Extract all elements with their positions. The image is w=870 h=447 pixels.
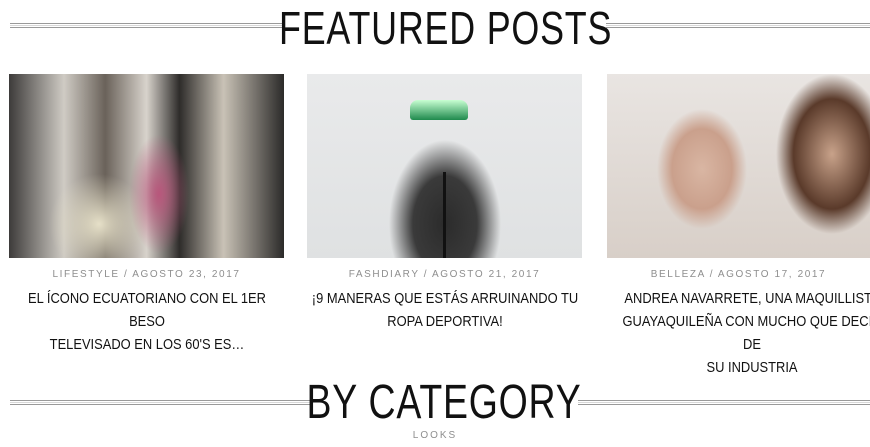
post-thumbnail-image[interactable] [307,74,582,258]
post-meta: BELLEZA / AGOSTO 17, 2017 [650,269,827,280]
post-title-link[interactable]: ANDREA NAVARRETE, UNA MAQUILLISTA GUAYAQ… [619,287,870,379]
heading-rule-right [578,400,870,405]
post-title-line: ¡9 MANERAS QUE ESTÁS ARRUINANDO TU [311,290,579,307]
post-meta: FASHDIARY / AGOSTO 21, 2017 [348,269,541,280]
post-title-link[interactable]: EL ÍCONO ECUATORIANO CON EL 1ER BESO TEL… [14,287,281,356]
by-category-section-heading: BY CATEGORY [0,374,870,430]
post-title-line: TELEVISADO EN LOS 60'S ES… [49,336,245,353]
by-category-heading: BY CATEGORY [306,376,582,429]
featured-posts-section-heading: FEATURED POSTS [0,0,870,56]
post-title-line: ROPA DEPORTIVA! [387,313,503,330]
featured-post-card: FASHDIARY / AGOSTO 21, 2017 ¡9 MANERAS Q… [307,74,582,333]
heading-rule-left [10,400,310,405]
heading-rule-left [10,23,285,28]
visor-shape [410,100,468,120]
featured-post-card: BELLEZA / AGOSTO 17, 2017 ANDREA NAVARRE… [607,74,870,379]
category-label-looks[interactable]: LOOKS [0,430,870,441]
post-title-line: GUAYAQUILEÑA CON MUCHO QUE DECIR DE [622,313,870,353]
post-thumbnail-image[interactable] [9,74,284,258]
post-title-line: ANDREA NAVARRETE, UNA MAQUILLISTA [624,290,870,307]
heading-rule-right [606,23,870,28]
post-meta: LIFESTYLE / AGOSTO 23, 2017 [52,269,241,280]
featured-post-card: LIFESTYLE / AGOSTO 23, 2017 EL ÍCONO ECU… [9,74,284,356]
post-title-link[interactable]: ¡9 MANERAS QUE ESTÁS ARRUINANDO TU ROPA … [312,287,579,333]
post-thumbnail-image[interactable] [607,74,870,258]
featured-posts-heading: FEATURED POSTS [279,2,613,54]
zipper-shape [443,172,446,258]
post-title-line: EL ÍCONO ECUATORIANO CON EL 1ER BESO [27,290,266,330]
